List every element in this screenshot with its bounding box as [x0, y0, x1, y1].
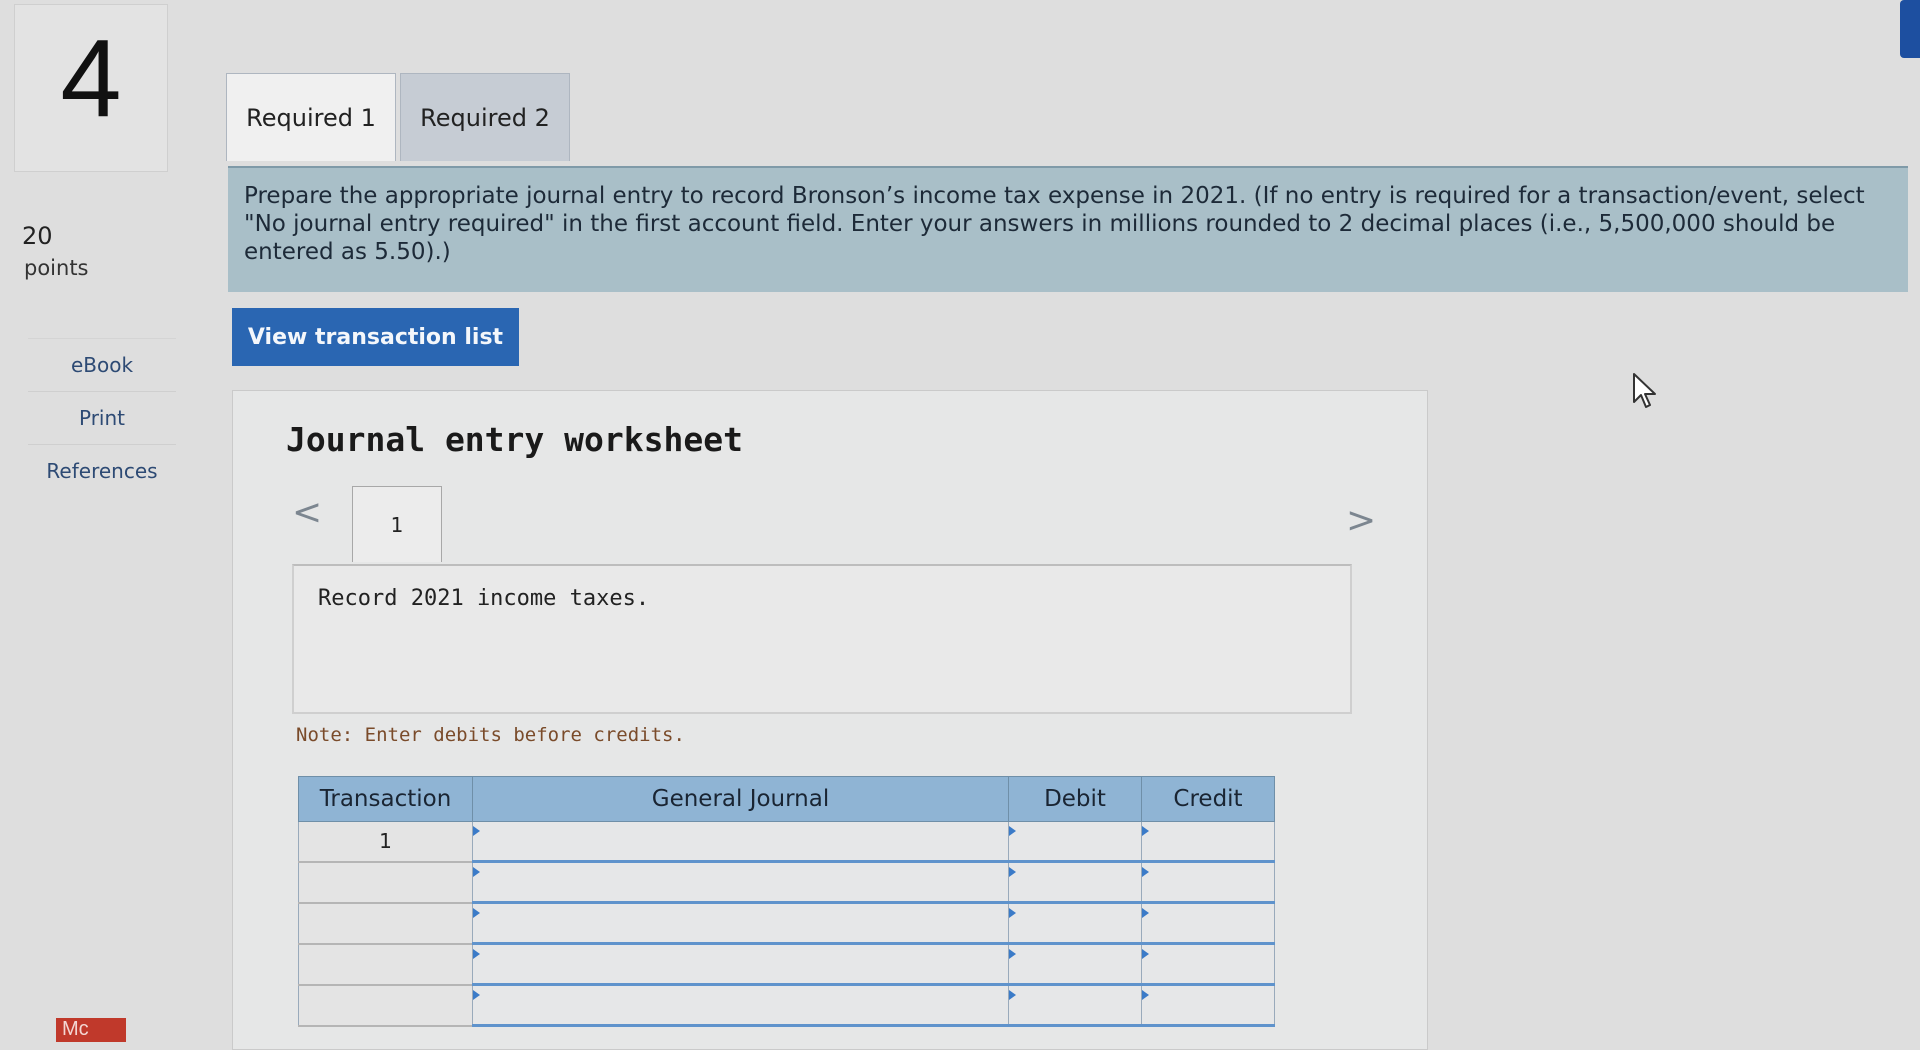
dropdown-marker-icon — [1009, 867, 1016, 877]
account-cell[interactable] — [472, 861, 1009, 904]
worksheet-entry-tab-1[interactable]: 1 — [352, 486, 442, 562]
dropdown-marker-icon — [1142, 990, 1149, 1000]
credit-cell[interactable] — [1141, 902, 1275, 945]
header-debit: Debit — [1008, 776, 1142, 822]
dropdown-marker-icon — [473, 908, 480, 918]
general-journal-table: Transaction General Journal Debit Credit… — [298, 776, 1275, 1027]
table-row — [298, 861, 1275, 904]
chevron-left-icon[interactable]: < — [292, 492, 322, 533]
debit-input[interactable] — [1009, 904, 1141, 942]
debit-cell[interactable] — [1008, 984, 1142, 1027]
credit-cell[interactable] — [1141, 984, 1275, 1027]
account-input[interactable] — [473, 986, 1008, 1024]
credit-cell[interactable] — [1141, 943, 1275, 986]
header-credit: Credit — [1141, 776, 1275, 822]
dropdown-marker-icon — [1142, 908, 1149, 918]
account-cell[interactable] — [472, 902, 1009, 945]
record-description-box: Record 2021 income taxes. — [292, 564, 1352, 714]
worksheet-title: Journal entry worksheet — [286, 420, 743, 459]
account-input[interactable] — [473, 904, 1008, 942]
references-link[interactable]: References — [28, 444, 176, 497]
debit-cell[interactable] — [1008, 821, 1142, 863]
points-label: points — [24, 256, 89, 280]
transaction-cell: 1 — [298, 821, 473, 863]
debit-cell[interactable] — [1008, 861, 1142, 904]
header-general-journal: General Journal — [472, 776, 1009, 822]
debit-input[interactable] — [1009, 822, 1141, 860]
dropdown-marker-icon — [1009, 908, 1016, 918]
tab-required-2[interactable]: Required 2 — [400, 73, 570, 161]
dropdown-marker-icon — [1009, 826, 1016, 836]
debit-cell[interactable] — [1008, 902, 1142, 945]
debit-input[interactable] — [1009, 945, 1141, 983]
credit-input[interactable] — [1142, 945, 1274, 983]
instruction-text: Prepare the appropriate journal entry to… — [228, 166, 1908, 292]
debit-cell[interactable] — [1008, 943, 1142, 986]
account-input[interactable] — [473, 822, 1008, 860]
credit-cell[interactable] — [1141, 861, 1275, 904]
account-cell[interactable] — [472, 943, 1009, 986]
table-row — [298, 943, 1275, 986]
transaction-cell — [298, 984, 473, 1027]
credit-input[interactable] — [1142, 904, 1274, 942]
top-right-accent — [1900, 0, 1920, 58]
mc-logo-badge: Mc — [56, 1018, 126, 1042]
table-row: 1 — [298, 821, 1275, 863]
mouse-cursor-icon — [1633, 373, 1656, 408]
question-number: 4 — [60, 17, 122, 140]
dropdown-marker-icon — [1009, 949, 1016, 959]
dropdown-marker-icon — [473, 949, 480, 959]
account-cell[interactable] — [472, 821, 1009, 863]
debit-credit-note: Note: Enter debits before credits. — [296, 724, 685, 746]
account-input[interactable] — [473, 945, 1008, 983]
chevron-right-icon[interactable]: > — [1346, 500, 1376, 541]
dropdown-marker-icon — [1142, 949, 1149, 959]
dropdown-marker-icon — [1009, 990, 1016, 1000]
record-description: Record 2021 income taxes. — [318, 586, 650, 611]
side-links: eBook Print References — [28, 338, 176, 497]
dropdown-marker-icon — [473, 826, 480, 836]
tab-required-1[interactable]: Required 1 — [226, 73, 396, 161]
debit-input[interactable] — [1009, 863, 1141, 901]
transaction-cell — [298, 943, 473, 986]
credit-input[interactable] — [1142, 822, 1274, 860]
account-input[interactable] — [473, 863, 1008, 901]
debit-input[interactable] — [1009, 986, 1141, 1024]
question-number-box: 4 — [14, 4, 168, 172]
header-transaction: Transaction — [298, 776, 473, 822]
print-link[interactable]: Print — [28, 391, 176, 444]
table-row — [298, 984, 1275, 1027]
credit-input[interactable] — [1142, 863, 1274, 901]
points-value: 20 — [22, 222, 53, 250]
dropdown-marker-icon — [473, 867, 480, 877]
account-cell[interactable] — [472, 984, 1009, 1027]
credit-cell[interactable] — [1141, 821, 1275, 863]
table-row — [298, 902, 1275, 945]
dropdown-marker-icon — [1142, 826, 1149, 836]
dropdown-marker-icon — [1142, 867, 1149, 877]
ebook-link[interactable]: eBook — [28, 338, 176, 391]
credit-input[interactable] — [1142, 986, 1274, 1024]
view-transaction-list-button[interactable]: View transaction list — [232, 308, 519, 366]
dropdown-marker-icon — [473, 990, 480, 1000]
transaction-cell — [298, 902, 473, 945]
transaction-cell — [298, 861, 473, 904]
table-header-row: Transaction General Journal Debit Credit — [298, 776, 1275, 822]
